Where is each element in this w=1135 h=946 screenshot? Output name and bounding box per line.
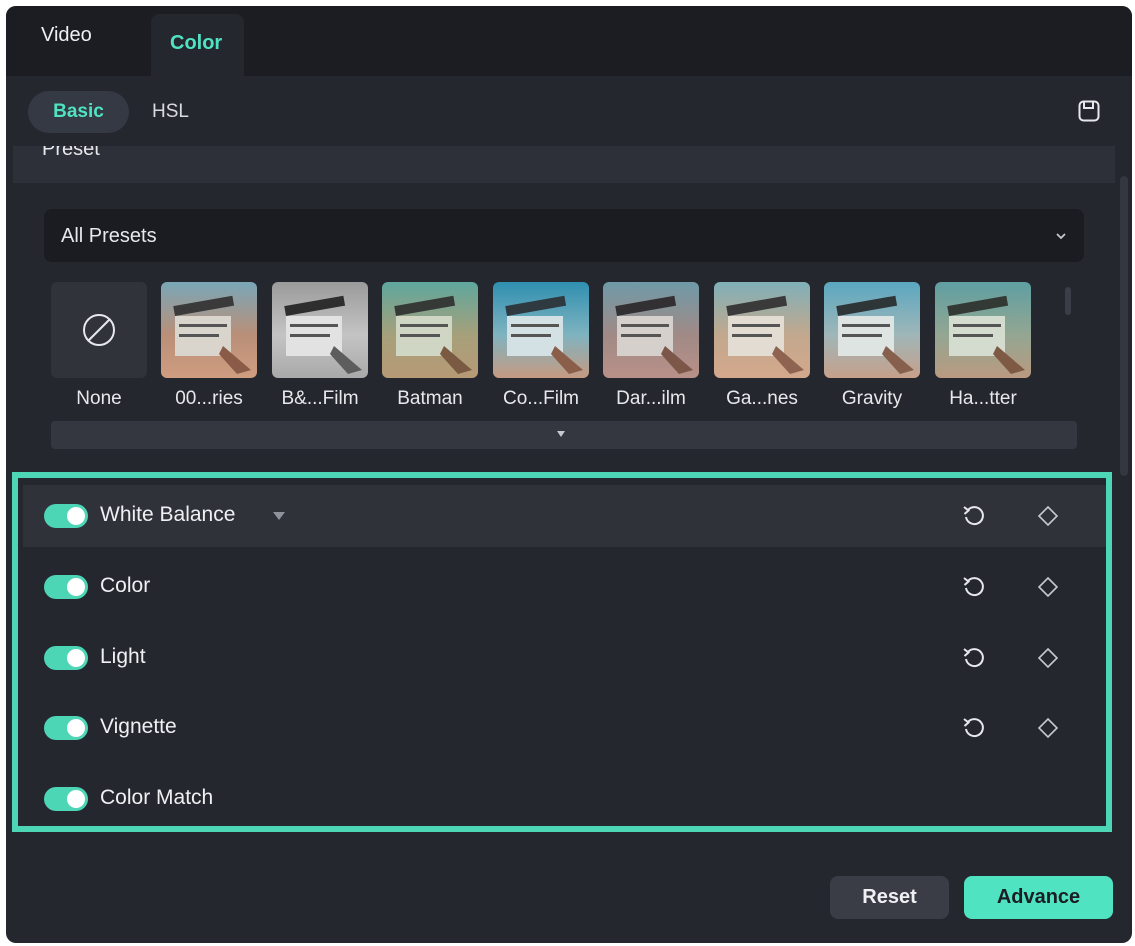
preset-name: Batman [397, 388, 463, 409]
chevron-down-icon [1056, 233, 1066, 240]
adjustment-label: Color [100, 574, 151, 597]
preset-thumbnail [603, 282, 699, 378]
adjustment-row-light[interactable]: Light [23, 627, 1106, 689]
tab-color-label: Color [170, 32, 223, 54]
caret-down-icon [557, 431, 565, 437]
subtab-basic[interactable]: Basic [28, 91, 129, 133]
keyframe-diamond-icon[interactable] [1036, 575, 1060, 599]
preset-item[interactable]: Gravity [824, 282, 920, 409]
reset-icon[interactable] [961, 645, 987, 671]
adjustment-label: Color Match [100, 786, 214, 809]
toggle-switch[interactable] [44, 504, 88, 528]
tab-video[interactable]: Video [41, 24, 92, 47]
preset-name: Ga...nes [726, 388, 798, 409]
reset-icon[interactable] [961, 715, 987, 741]
toggle-switch[interactable] [44, 787, 88, 811]
preset-name: None [76, 388, 122, 409]
toggle-switch[interactable] [44, 646, 88, 670]
preset-name: Gravity [841, 388, 903, 409]
preset-thumbnail [935, 282, 1031, 378]
preset-item[interactable]: Dar...ilm [603, 282, 699, 409]
dropdown-selected-value: All Presets [61, 225, 157, 247]
preset-item[interactable]: Batman [382, 282, 478, 409]
preset-thumbnail [51, 282, 147, 378]
toggle-switch[interactable] [44, 716, 88, 740]
tab-color[interactable]: Color [151, 14, 244, 76]
preset-thumbnail [824, 282, 920, 378]
adjustment-row-vignette[interactable]: Vignette [23, 697, 1106, 759]
adjustment-label: Vignette [100, 715, 177, 738]
adjustment-row-white-balance[interactable]: White Balance [23, 485, 1106, 547]
subtab-basic-label: Basic [53, 101, 104, 122]
adjustment-label: Light [100, 645, 146, 668]
preset-thumbnail [382, 282, 478, 378]
subtab-hsl[interactable]: HSL [152, 101, 189, 123]
color-panel: Video Color Basic HSL Preset All Presets… [6, 6, 1132, 943]
presets-scrollbar[interactable] [1065, 287, 1071, 315]
preset-item[interactable]: Co...Film [493, 282, 589, 409]
toggle-switch[interactable] [44, 575, 88, 599]
keyframe-diamond-icon[interactable] [1036, 716, 1060, 740]
preset-category-dropdown[interactable]: All Presets [44, 209, 1084, 262]
none-icon [83, 314, 115, 346]
preset-thumbnail [493, 282, 589, 378]
keyframe-diamond-icon[interactable] [1036, 504, 1060, 528]
panel-scrollbar[interactable] [1120, 176, 1128, 476]
preset-thumbnail [714, 282, 810, 378]
adjustment-row-color-match[interactable]: Color Match [23, 768, 1106, 830]
caret-down-icon[interactable] [273, 512, 285, 520]
preset-thumbnail [161, 282, 257, 378]
preset-name: Dar...ilm [616, 388, 686, 409]
adjustment-row-color[interactable]: Color [23, 556, 1106, 618]
preset-name: 00...ries [175, 388, 243, 409]
save-preset-icon[interactable] [1077, 99, 1101, 123]
preset-thumbnail [272, 282, 368, 378]
reset-button[interactable]: Reset [830, 876, 949, 919]
expand-presets-bar[interactable] [51, 421, 1077, 449]
preset-item[interactable]: Ga...nes [714, 282, 810, 409]
top-tab-bar: Video Color [6, 6, 1132, 76]
reset-icon[interactable] [961, 574, 987, 600]
preset-name: Co...Film [503, 388, 579, 409]
preset-section-header: Preset [13, 146, 1115, 183]
preset-name: Ha...tter [949, 388, 1017, 409]
preset-item[interactable]: Ha...tter [935, 282, 1031, 409]
adjustment-label: White Balance [100, 503, 236, 526]
preset-section-title: Preset [42, 146, 100, 160]
keyframe-diamond-icon[interactable] [1036, 646, 1060, 670]
preset-name: B&...Film [281, 388, 359, 409]
preset-item-none[interactable]: None [51, 282, 147, 409]
preset-item[interactable]: B&...Film [272, 282, 368, 409]
preset-item[interactable]: 00...ries [161, 282, 257, 409]
advance-button[interactable]: Advance [964, 876, 1113, 919]
reset-icon[interactable] [961, 503, 987, 529]
